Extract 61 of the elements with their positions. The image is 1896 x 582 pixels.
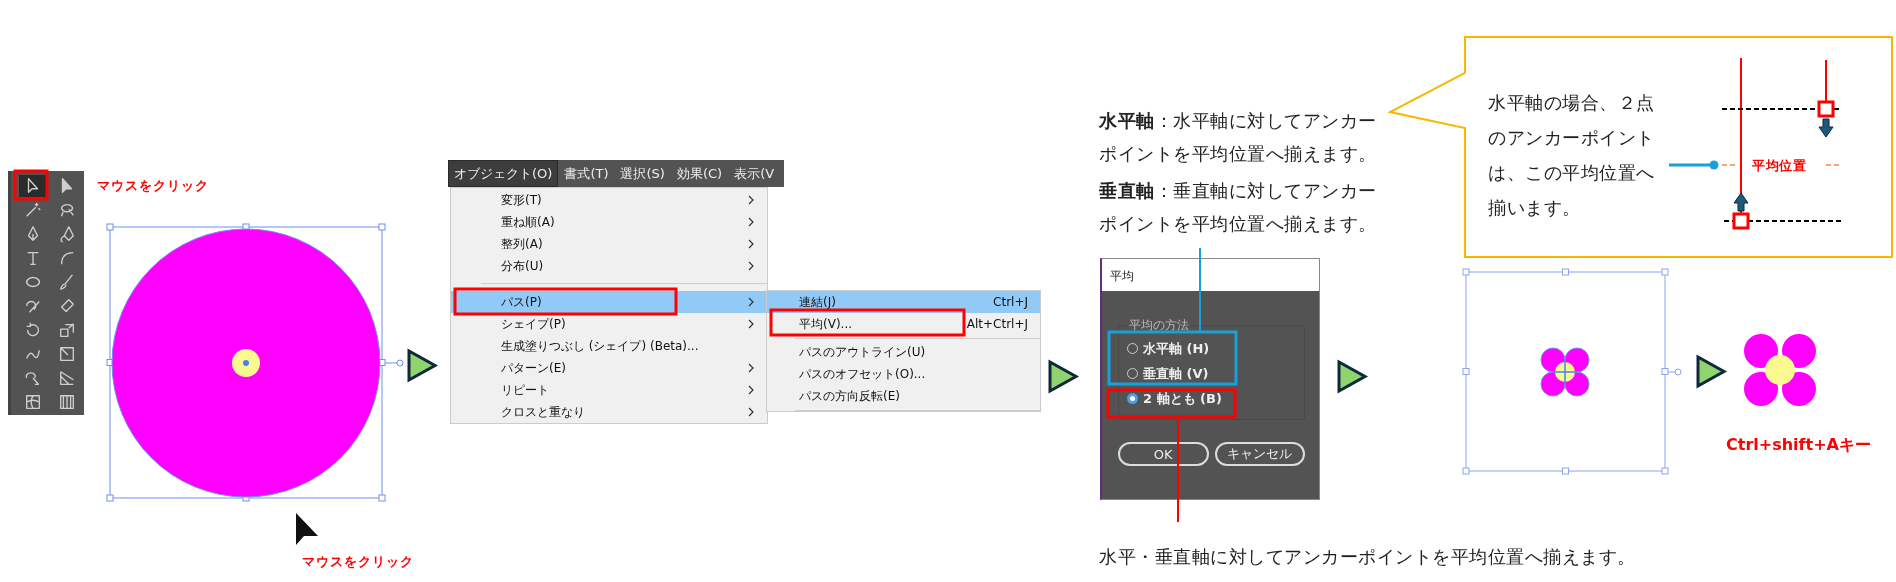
menu-item[interactable]: パス(P)	[451, 291, 767, 313]
chevron-icon	[747, 385, 755, 395]
menu-title[interactable]: 表示(V	[728, 160, 781, 187]
caption-text: 水平・垂直軸に対してアンカーポイントを平均位置へ揃えます。	[1099, 545, 1636, 569]
radio-button[interactable]	[1127, 393, 1138, 404]
next-arrow-icon	[1696, 354, 1728, 389]
down-arrow-icon	[1818, 118, 1834, 138]
menu-item[interactable]: 重ね順(A)	[451, 211, 767, 233]
up-arrow-icon	[1733, 192, 1749, 212]
group-label: 平均の方法	[1128, 317, 1190, 334]
flower-shape	[1540, 347, 1590, 397]
diagram-label: 平均位置	[1752, 157, 1806, 175]
description-text: 水平軸：水平軸に対してアンカーポイントを平均位置へ揃えます。	[1099, 109, 1378, 166]
chevron-icon	[747, 217, 755, 227]
path-line	[1825, 59, 1827, 103]
menu-title[interactable]: 効果(C)	[670, 160, 729, 187]
dash-mark	[1825, 164, 1841, 166]
anchor-point	[1817, 100, 1835, 118]
radio-label: 垂直軸 (V)	[1143, 364, 1209, 383]
instruction-label: マウスをクリック	[302, 553, 414, 571]
menu-title[interactable]: オブジェクト(O)	[448, 160, 559, 187]
chevron-icon	[747, 319, 755, 329]
radio-label: 水平軸 (H)	[1143, 339, 1210, 358]
description-text: 垂直軸：垂直軸に対してアンカーポイントを平均位置へ揃えます。	[1099, 179, 1378, 236]
dialog-button[interactable]: キャンセル	[1214, 442, 1305, 466]
menu-item[interactable]: 変形(T)	[451, 189, 767, 211]
menu-item[interactable]: パスのオフセット(O)...	[767, 363, 1040, 385]
dialog-button[interactable]: OK	[1118, 442, 1209, 466]
next-arrow-icon	[1337, 359, 1369, 394]
radio-label: 2 軸とも (B)	[1143, 389, 1222, 408]
callout-text: 水平軸の場合、２点のアンカーポイントは、この平均位置へ揃います。	[1488, 91, 1656, 220]
chevron-icon	[747, 261, 755, 271]
menu-title[interactable]: 書式(T)	[558, 160, 615, 187]
flower-shape	[1744, 334, 1816, 406]
menu-item[interactable]: 平均(V)... Alt+Ctrl+J	[767, 313, 1040, 335]
next-arrow-icon	[1048, 359, 1080, 394]
next-arrow-icon	[407, 348, 439, 383]
shortcut-label: Ctrl+shift+Aキー	[1726, 435, 1871, 456]
menu-item[interactable]: 整列(A)	[451, 233, 767, 255]
menu-item[interactable]: 生成塗りつぶし (シェイプ) (Beta)...	[451, 335, 767, 357]
chevron-icon	[747, 195, 755, 205]
menu-item[interactable]: パターン(E)	[451, 357, 767, 379]
chevron-icon	[747, 363, 755, 373]
cursor-icon	[296, 513, 318, 545]
menu-item[interactable]: シェイプ(P)	[451, 313, 767, 335]
instruction-label: マウスをクリック	[97, 177, 209, 195]
menu-item[interactable]: パスのアウトライン(U)	[767, 341, 1040, 363]
leader-line	[1669, 160, 1719, 170]
dialog-title: 平均	[1102, 259, 1319, 291]
chevron-icon	[747, 239, 755, 249]
menu-item[interactable]: クロスと重なり	[451, 401, 767, 423]
chevron-icon	[747, 407, 755, 417]
dash-mark	[1721, 164, 1737, 166]
chevron-icon	[747, 297, 755, 307]
menu-title[interactable]: 選択(S)	[614, 160, 671, 187]
center-point	[232, 349, 260, 377]
highlight-frame	[13, 169, 49, 201]
menu-item[interactable]: パスの方向反転(E)	[767, 385, 1040, 407]
anchor-point	[1732, 212, 1750, 230]
menu-item[interactable]: 分布(U)	[451, 255, 767, 277]
menu-item[interactable]: リピート	[451, 379, 767, 401]
